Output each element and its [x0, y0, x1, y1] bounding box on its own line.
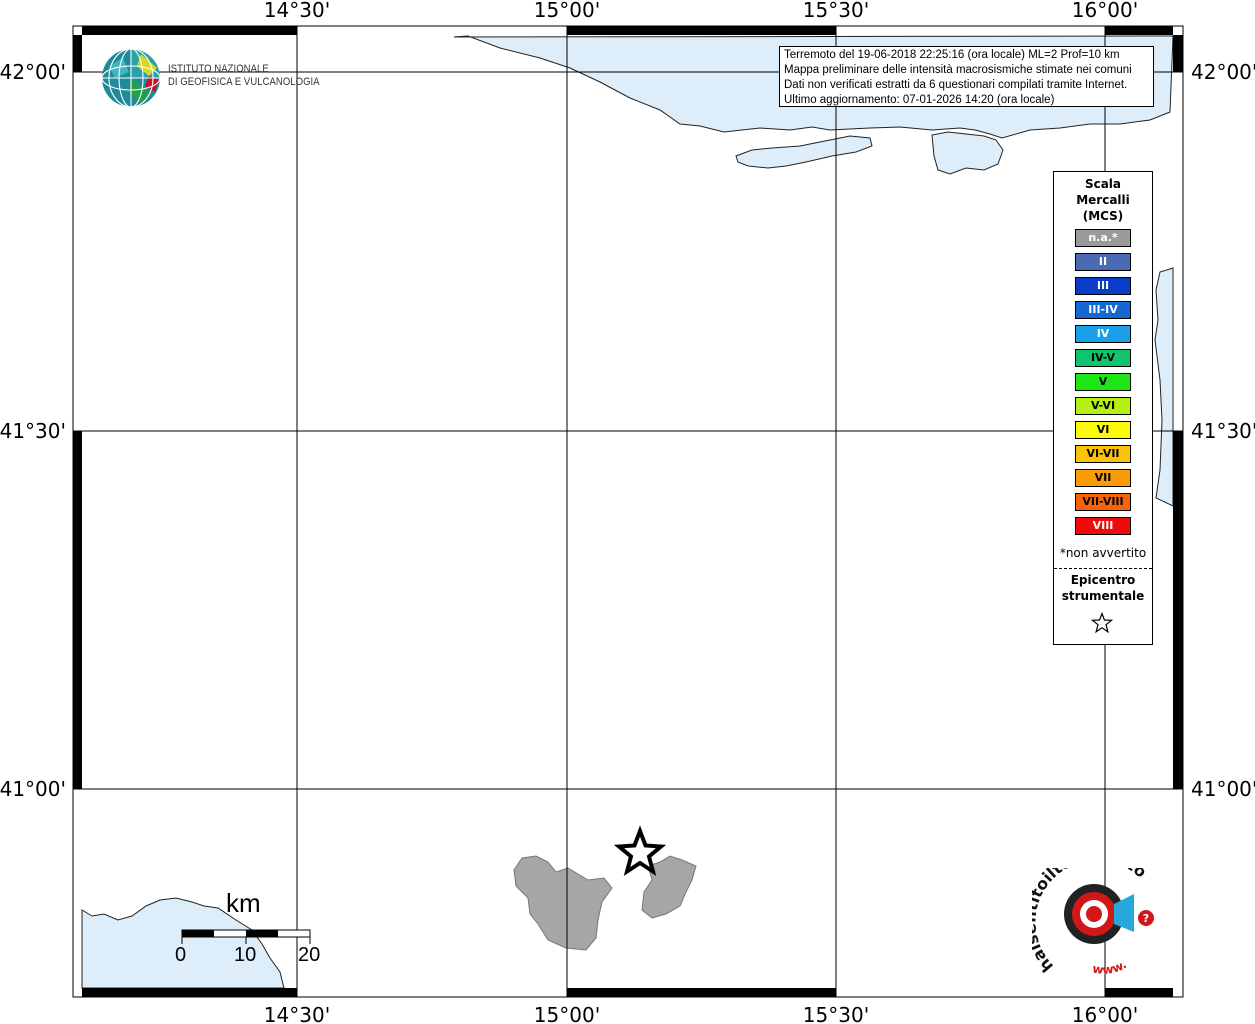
lat-label-4200-left: 42°00': [0, 60, 66, 84]
legend-star-icon: [1091, 612, 1113, 634]
mcs-legend: Scala Mercalli (MCS) n.a.* II III III-IV IV I…: [1053, 171, 1153, 645]
lat-label-4100-right: 41°00': [1191, 777, 1255, 801]
scale-bar: [181, 929, 311, 944]
lon-label-1530-bottom: 15°30': [803, 1003, 869, 1024]
svg-text:www.: www.: [1091, 957, 1129, 977]
legend-item: V-VI: [1075, 397, 1131, 415]
legend-title-line1: Scala: [1084, 177, 1122, 191]
ingv-name-line2: DI GEOFISICA E VULCANOLOGIA: [168, 76, 320, 88]
legend-divider: [1054, 568, 1152, 569]
legend-item: VI-VII: [1075, 445, 1131, 463]
event-info-line3: Dati non verificati estratti da 6 questi…: [784, 79, 1128, 91]
legend-epicenter-label: Epicentro strumentale: [1054, 572, 1152, 604]
lon-label-1500-top: 15°00': [534, 0, 600, 22]
lon-label-1600-top: 16°00': [1072, 0, 1138, 22]
haisentito-logo-icon: haisentitoilterremoto.it www. ?: [1020, 845, 1154, 977]
legend-title: Scala Mercalli (MCS): [1054, 176, 1152, 224]
legend-item: VII-VIII: [1075, 493, 1131, 511]
legend-item: VI: [1075, 421, 1131, 439]
lat-label-4100-left: 41°00': [0, 777, 66, 801]
legend-epicenter-line1: Epicentro: [1070, 573, 1136, 587]
ingv-name: ISTITUTO NAZIONALE DI GEOFISICA E VULCAN…: [168, 63, 320, 89]
lon-label-1430-top: 14°30': [264, 0, 330, 22]
scale-label-0: 0: [175, 944, 187, 966]
ingv-globe-icon: [101, 48, 161, 108]
event-info-box: Terremoto del 19-06-2018 22:25:16 (ora l…: [779, 46, 1154, 107]
legend-item: IV: [1075, 325, 1131, 343]
scale-label-20: 20: [298, 944, 321, 966]
lon-label-1600-bottom: 16°00': [1072, 1003, 1138, 1024]
svg-text:?: ?: [1143, 912, 1149, 925]
legend-item: VII: [1075, 469, 1131, 487]
lon-label-1500-bottom: 15°00': [534, 1003, 600, 1024]
lon-label-1430-bottom: 14°30': [264, 1003, 330, 1024]
legend-item: VIII: [1075, 517, 1131, 535]
legend-items: n.a.* II III III-IV IV IV-V V V-VI VI VI-VII VII VI…: [1075, 229, 1131, 541]
legend-item: IV-V: [1075, 349, 1131, 367]
ingv-logo: [101, 48, 163, 114]
legend-item: V: [1075, 373, 1131, 391]
event-info-line4: Ultimo aggiornamento: 07-01-2026 14:20 (…: [784, 94, 1055, 106]
legend-item: III-IV: [1075, 301, 1131, 319]
lon-label-1530-top: 15°30': [803, 0, 869, 22]
event-info-line2: Mappa preliminare delle intensità macros…: [784, 64, 1132, 76]
legend-title-line2: Mercalli: [1076, 193, 1130, 207]
ingv-name-line1: ISTITUTO NAZIONALE: [168, 63, 269, 75]
legend-title-line3: (MCS): [1082, 209, 1124, 223]
legend-item: II: [1075, 253, 1131, 271]
legend-item: n.a.*: [1075, 229, 1131, 247]
legend-item: III: [1075, 277, 1131, 295]
scale-unit: km: [226, 888, 261, 918]
legend-epicenter-line2: strumentale: [1061, 589, 1145, 603]
event-info-line1: Terremoto del 19-06-2018 22:25:16 (ora l…: [784, 49, 1120, 61]
epicenter-star-icon: [613, 825, 667, 877]
scale-label-10: 10: [234, 944, 257, 966]
haisentito-logo-www: www.: [1091, 957, 1129, 977]
legend-note: *non avvertito: [1059, 546, 1147, 560]
lat-label-4200-right: 42°00': [1191, 60, 1255, 84]
lat-label-4130-left: 41°30': [0, 419, 66, 443]
lat-label-4130-right: 41°30': [1191, 419, 1255, 443]
haisentito-logo: haisentitoilterremoto.it www. ?: [1020, 845, 1162, 984]
